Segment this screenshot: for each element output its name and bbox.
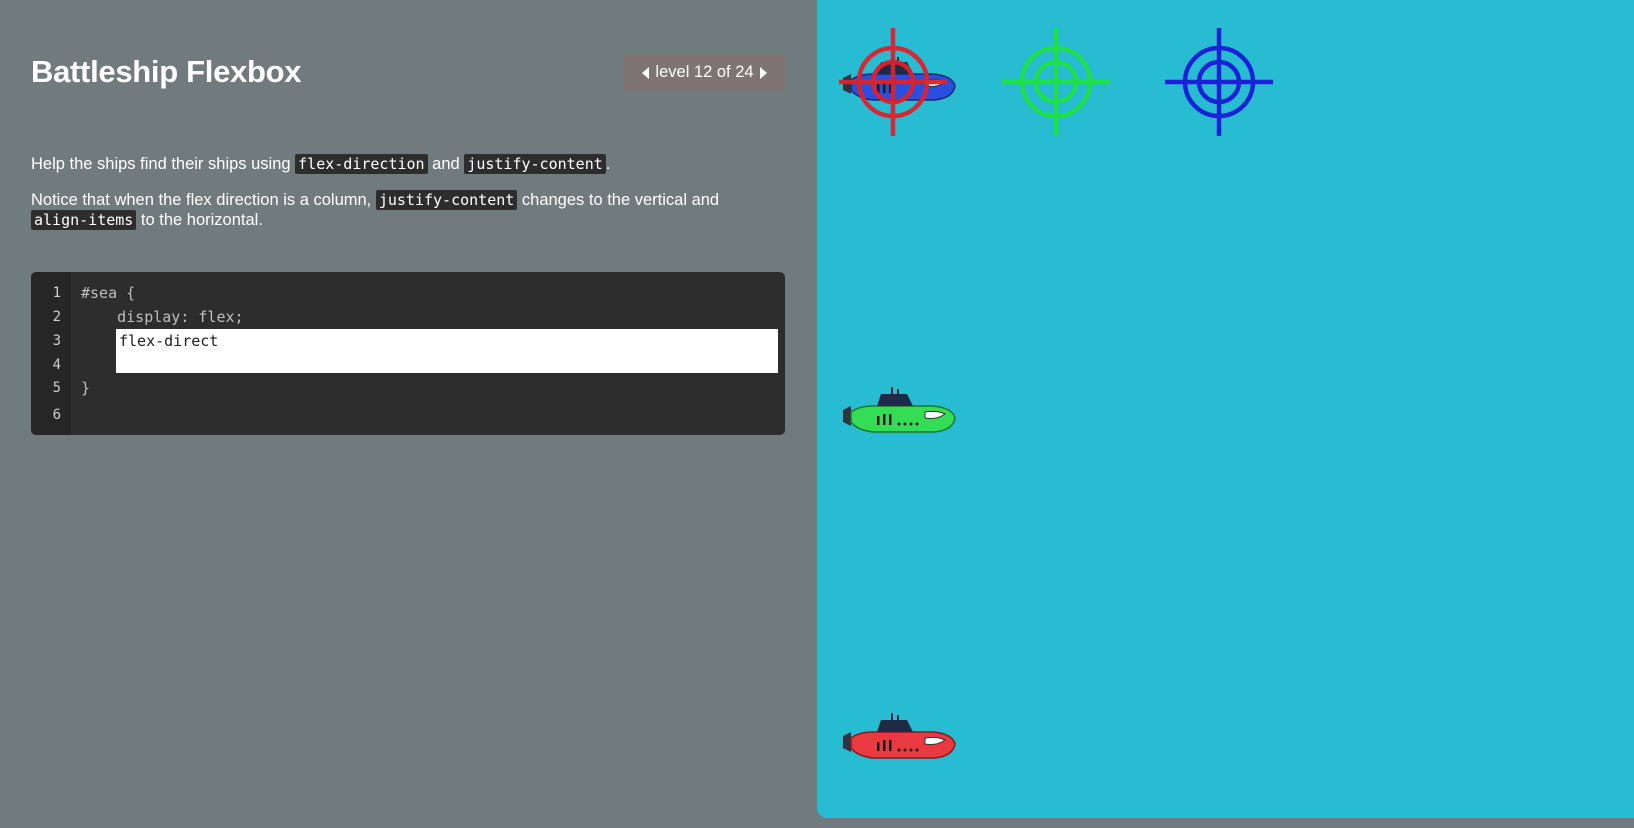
instruction-text: and <box>427 155 465 173</box>
code-line-2: display: flex; <box>81 308 244 326</box>
code-line-1: #sea { <box>81 284 136 302</box>
instruction-text: to the horizontal. <box>136 211 263 229</box>
line-number: 1 <box>52 285 61 301</box>
red-ship <box>843 713 956 759</box>
code-token-justify-content: justify-content <box>464 154 606 174</box>
line-number: 4 <box>52 357 61 373</box>
page-title: Battleship Flexbox <box>31 54 302 89</box>
instruction-text: Help the ships find their ships using <box>31 155 296 173</box>
code-token-justify-content: justify-content <box>375 190 518 210</box>
level-indicator[interactable]: level 12 of 24 <box>655 63 753 82</box>
code-token-flex-direction: flex-direction <box>295 154 428 174</box>
red-target-crosshair-icon <box>839 28 947 136</box>
code-token-align-items: align-items <box>31 210 137 230</box>
instruction-paragraph-2: Notice that when the flex direction is a… <box>31 190 751 230</box>
line-number: 5 <box>52 380 61 396</box>
instruction-paragraph-1: Help the ships find their ships using fl… <box>31 154 751 174</box>
line-number: 6 <box>52 407 61 423</box>
level-navigator: level 12 of 24 <box>624 54 785 91</box>
blue-target-crosshair-icon <box>1165 28 1273 136</box>
instructions-panel: Battleship Flexbox level 12 of 24 Help t… <box>0 0 818 828</box>
css-editor: 1 2 3 4 5 6 #sea { display: flex; } <box>31 272 785 435</box>
code-line-5: } <box>81 379 91 397</box>
instruction-text: . <box>605 155 611 173</box>
next-level-arrow-icon[interactable] <box>759 66 767 79</box>
instruction-text: Notice that when the flex direction is a… <box>31 191 376 209</box>
green-ship <box>843 387 956 433</box>
line-number-gutter: 1 2 3 4 5 6 <box>31 272 71 435</box>
previous-level-arrow-icon[interactable] <box>642 66 650 79</box>
green-target-crosshair-icon <box>1002 28 1110 136</box>
instruction-text: changes to the vertical and <box>517 191 720 209</box>
line-number: 3 <box>52 333 61 349</box>
css-code-input[interactable] <box>116 329 778 373</box>
line-number: 2 <box>52 309 61 325</box>
sea-board <box>817 0 1634 818</box>
